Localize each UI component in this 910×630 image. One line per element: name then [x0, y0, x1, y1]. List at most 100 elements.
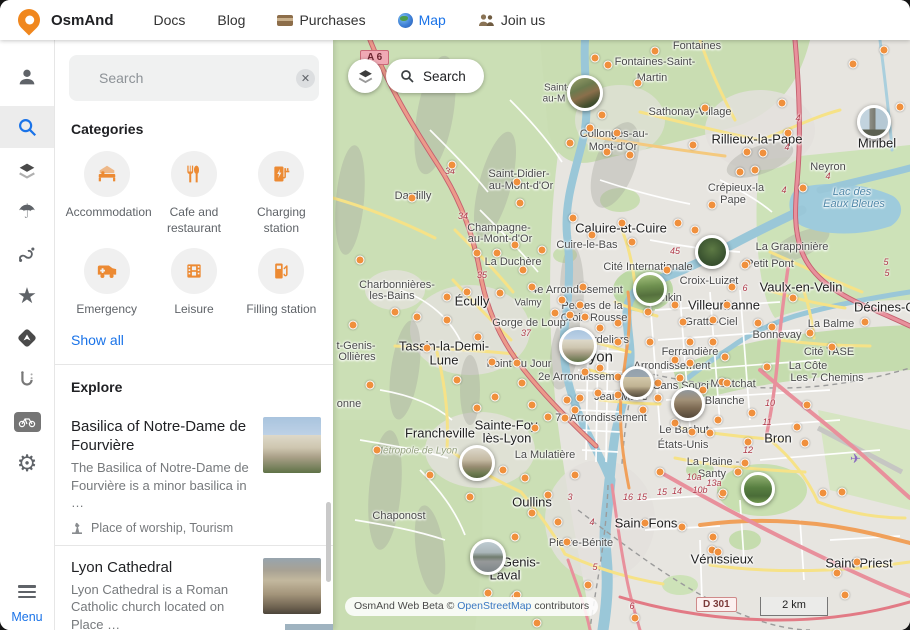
poi-dot[interactable] — [591, 54, 600, 63]
poi-dot[interactable] — [806, 329, 815, 338]
poi-dot[interactable] — [721, 353, 730, 362]
nav-join-us[interactable]: Join us — [478, 12, 545, 28]
photo-marker-park[interactable] — [633, 272, 667, 306]
poi-dot[interactable] — [663, 266, 672, 275]
poi-dot[interactable] — [676, 374, 685, 383]
poi-dot[interactable] — [579, 283, 588, 292]
poi-dot[interactable] — [521, 474, 530, 483]
poi-dot[interactable] — [513, 359, 522, 368]
photo-marker-street[interactable] — [470, 539, 506, 575]
poi-dot[interactable] — [533, 619, 542, 628]
poi-dot[interactable] — [516, 199, 525, 208]
poi-dot[interactable] — [558, 296, 567, 305]
map-search-button[interactable]: Search — [386, 59, 484, 93]
poi-dot[interactable] — [634, 79, 643, 88]
poi-dot[interactable] — [838, 488, 847, 497]
poi-dot[interactable] — [654, 379, 663, 388]
poi-dot[interactable] — [744, 438, 753, 447]
poi-dot[interactable] — [689, 141, 698, 150]
category-filling-station[interactable]: Filling station — [238, 248, 325, 317]
poi-dot[interactable] — [639, 406, 648, 415]
poi-dot[interactable] — [544, 491, 553, 500]
rail-search[interactable] — [0, 106, 54, 148]
poi-dot[interactable] — [678, 523, 687, 532]
poi-dot[interactable] — [701, 104, 710, 113]
photo-marker-cliff[interactable] — [567, 75, 603, 111]
poi-dot[interactable] — [754, 319, 763, 328]
poi-dot[interactable] — [604, 61, 613, 70]
poi-dot[interactable] — [563, 396, 572, 405]
poi-dot[interactable] — [538, 246, 547, 255]
poi-dot[interactable] — [691, 226, 700, 235]
poi-dot[interactable] — [511, 241, 520, 250]
poi-dot[interactable] — [571, 471, 580, 480]
poi-dot[interactable] — [714, 416, 723, 425]
map-layers-button[interactable] — [348, 59, 382, 93]
poi-dot[interactable] — [518, 379, 527, 388]
poi-dot[interactable] — [734, 468, 743, 477]
poi-dot[interactable] — [618, 219, 627, 228]
poi-dot[interactable] — [366, 381, 375, 390]
explore-card-basilica[interactable]: Basilica of Notre-Dame de Fourvière The … — [55, 405, 333, 545]
poi-dot[interactable] — [626, 151, 635, 160]
poi-dot[interactable] — [488, 358, 497, 367]
poi-dot[interactable] — [748, 409, 757, 418]
poi-dot[interactable] — [463, 288, 472, 297]
poi-dot[interactable] — [356, 256, 365, 265]
poi-dot[interactable] — [423, 344, 432, 353]
poi-dot[interactable] — [528, 283, 537, 292]
poi-dot[interactable] — [646, 338, 655, 347]
rail-travel[interactable] — [0, 401, 54, 443]
poi-dot[interactable] — [828, 343, 837, 352]
poi-dot[interactable] — [671, 301, 680, 310]
poi-dot[interactable] — [576, 394, 585, 403]
category-cafe-restaurant[interactable]: Cafe and restaurant — [150, 151, 237, 236]
brand-title[interactable]: OsmAnd — [51, 12, 114, 29]
poi-dot[interactable] — [563, 538, 572, 547]
poi-dot[interactable] — [708, 201, 717, 210]
rail-weather[interactable]: ☂ — [0, 191, 54, 233]
poi-dot[interactable] — [686, 359, 695, 368]
poi-dot[interactable] — [596, 324, 605, 333]
poi-dot[interactable] — [654, 394, 663, 403]
poi-dot[interactable] — [493, 249, 502, 258]
poi-dot[interactable] — [614, 319, 623, 328]
poi-dot[interactable] — [688, 428, 697, 437]
poi-dot[interactable] — [551, 309, 560, 318]
photo-marker-palace[interactable] — [620, 366, 654, 400]
rail-navigation[interactable] — [0, 317, 54, 359]
photo-marker-mansion[interactable] — [671, 387, 705, 421]
poi-dot[interactable] — [719, 489, 728, 498]
poi-dot[interactable] — [576, 301, 585, 310]
poi-dot[interactable] — [528, 401, 537, 410]
rail-menu-button[interactable]: Menu — [0, 582, 54, 624]
poi-dot[interactable] — [391, 308, 400, 317]
poi-dot[interactable] — [778, 99, 787, 108]
poi-dot[interactable] — [849, 60, 858, 69]
rail-track-recording[interactable] — [0, 358, 54, 400]
poi-dot[interactable] — [651, 47, 660, 56]
poi-dot[interactable] — [644, 308, 653, 317]
photo-marker-meadow[interactable] — [741, 472, 775, 506]
poi-dot[interactable] — [491, 393, 500, 402]
poi-dot[interactable] — [561, 414, 570, 423]
poi-dot[interactable] — [896, 103, 905, 112]
poi-dot[interactable] — [453, 376, 462, 385]
category-accommodation[interactable]: Accommodation — [63, 151, 150, 236]
panel-scrollbar[interactable] — [326, 502, 331, 582]
poi-dot[interactable] — [511, 533, 520, 542]
poi-dot[interactable] — [880, 46, 889, 55]
map-canvas[interactable]: ✈ FontainesFontaines-Saint-MartinSathona… — [333, 40, 910, 630]
poi-dot[interactable] — [679, 318, 688, 327]
poi-dot[interactable] — [603, 148, 612, 157]
photo-marker-arch[interactable] — [459, 445, 495, 481]
poi-dot[interactable] — [759, 149, 768, 158]
poi-dot[interactable] — [614, 338, 623, 347]
poi-dot[interactable] — [723, 301, 732, 310]
poi-dot[interactable] — [671, 356, 680, 365]
poi-dot[interactable] — [736, 168, 745, 177]
rail-favorites[interactable]: ★ — [0, 275, 54, 317]
category-charging-station[interactable]: Charging station — [238, 151, 325, 236]
poi-dot[interactable] — [801, 439, 810, 448]
poi-dot[interactable] — [789, 294, 798, 303]
